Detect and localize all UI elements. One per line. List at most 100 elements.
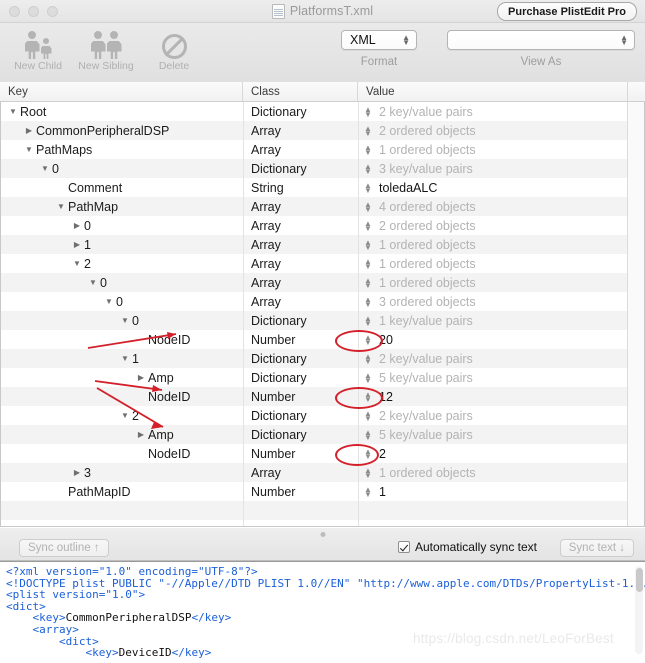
value-stepper-icon[interactable]: ▲ ▼ (361, 371, 375, 384)
row-value-cell[interactable]: ▲ ▼ 4 ordered objects (358, 200, 628, 214)
row-class-label[interactable]: Dictionary (243, 409, 358, 423)
disclosure-triangle-open-icon[interactable]: ▼ (39, 164, 51, 173)
value-stepper-icon[interactable]: ▲ ▼ (361, 352, 375, 365)
row-value-cell[interactable]: ▲ ▼ 5 key/value pairs (358, 371, 628, 385)
table-row[interactable]: ▼ 0 Array ▲ ▼ 3 ordered objects (1, 292, 644, 311)
disclosure-triangle-open-icon[interactable]: ▼ (103, 297, 115, 306)
row-class-label[interactable]: Array (243, 466, 358, 480)
purchase-plistedit-pro-button[interactable]: Purchase PlistEdit Pro (497, 2, 637, 21)
row-key-cell[interactable]: ▶ 3 (1, 466, 243, 480)
row-class-label[interactable]: Dictionary (243, 428, 358, 442)
value-stepper-icon[interactable]: ▲ ▼ (361, 124, 375, 137)
table-row[interactable]: Comment String ▲ ▼ toledaALC (1, 178, 644, 197)
value-stepper-icon[interactable]: ▲ ▼ (361, 105, 375, 118)
row-class-label[interactable]: Array (243, 200, 358, 214)
row-key-cell[interactable]: ▶ 0 (1, 219, 243, 233)
row-key-cell[interactable]: ▼ PathMaps (1, 143, 243, 157)
xml-scrollbar-thumb[interactable] (635, 568, 643, 592)
outline-rows[interactable]: ▼ Root Dictionary ▲ ▼ 2 key/value pairs ▶ Commo… (0, 102, 645, 527)
column-header-class[interactable]: Class (243, 82, 358, 101)
value-stepper-icon[interactable]: ▲ ▼ (361, 276, 375, 289)
row-class-label[interactable]: Dictionary (243, 162, 358, 176)
column-header-value[interactable]: Value (358, 82, 628, 101)
value-stepper-icon[interactable]: ▲ ▼ (361, 200, 375, 213)
disclosure-triangle-closed-icon[interactable]: ▶ (23, 126, 35, 135)
row-key-cell[interactable]: ▼ 0 (1, 295, 243, 309)
value-stepper-icon[interactable]: ▲ ▼ (361, 295, 375, 308)
row-class-label[interactable]: Array (243, 143, 358, 157)
table-row[interactable]: ▼ 2 Dictionary ▲ ▼ 2 key/value pairs (1, 406, 644, 425)
row-key-cell[interactable]: ▼ 1 (1, 352, 243, 366)
row-class-label[interactable]: Array (243, 219, 358, 233)
row-class-label[interactable]: Array (243, 276, 358, 290)
row-key-cell[interactable]: NodeID (1, 390, 243, 404)
row-key-cell[interactable]: ▼ 0 (1, 276, 243, 290)
row-class-label[interactable]: Array (243, 295, 358, 309)
auto-sync-checkbox-group[interactable]: Automatically sync text (397, 540, 537, 554)
disclosure-triangle-open-icon[interactable]: ▼ (55, 202, 67, 211)
table-row[interactable]: ▼ PathMap Array ▲ ▼ 4 ordered objects (1, 197, 644, 216)
row-value-cell[interactable]: ▲ ▼ 12 (358, 390, 628, 404)
value-stepper-icon[interactable]: ▲ ▼ (361, 238, 375, 251)
value-stepper-icon[interactable]: ▲ ▼ (361, 466, 375, 479)
row-key-cell[interactable]: ▼ PathMap (1, 200, 243, 214)
value-stepper-icon[interactable]: ▲ ▼ (361, 485, 375, 498)
row-key-cell[interactable]: ▼ 2 (1, 409, 243, 423)
value-stepper-icon[interactable]: ▲ ▼ (361, 181, 375, 194)
row-key-cell[interactable]: ▼ 2 (1, 257, 243, 271)
disclosure-triangle-closed-icon[interactable]: ▶ (71, 468, 83, 477)
table-row[interactable]: ▼ PathMaps Array ▲ ▼ 1 ordered objects (1, 140, 644, 159)
row-value-cell[interactable]: ▲ ▼ 5 key/value pairs (358, 428, 628, 442)
disclosure-triangle-open-icon[interactable]: ▼ (119, 316, 131, 325)
row-value-cell[interactable]: ▲ ▼ 2 key/value pairs (358, 352, 628, 366)
table-row[interactable]: ▼ 0 Dictionary ▲ ▼ 1 key/value pairs (1, 311, 644, 330)
row-value-cell[interactable]: ▲ ▼ 1 key/value pairs (358, 314, 628, 328)
value-stepper-icon[interactable]: ▲ ▼ (361, 219, 375, 232)
row-value-cell[interactable]: ▲ ▼ 1 ordered objects (358, 466, 628, 480)
row-value-cell[interactable]: ▲ ▼ 1 ordered objects (358, 257, 628, 271)
table-row[interactable]: NodeID Number ▲ ▼ 12 (1, 387, 644, 406)
row-value-cell[interactable]: ▲ ▼ toledaALC (358, 181, 628, 195)
row-value-cell[interactable]: ▲ ▼ 3 ordered objects (358, 295, 628, 309)
row-class-label[interactable]: Array (243, 124, 358, 138)
row-class-label[interactable]: Dictionary (243, 371, 358, 385)
row-key-cell[interactable]: ▶ CommonPeripheralDSP (1, 124, 243, 138)
value-stepper-icon[interactable]: ▲ ▼ (361, 162, 375, 175)
table-row[interactable]: ▼ 1 Dictionary ▲ ▼ 2 key/value pairs (1, 349, 644, 368)
value-stepper-icon[interactable]: ▲ ▼ (361, 143, 375, 156)
splitter-grip[interactable] (320, 532, 325, 537)
table-row[interactable]: ▶ Amp Dictionary ▲ ▼ 5 key/value pairs (1, 368, 644, 387)
row-class-label[interactable]: Number (243, 447, 358, 461)
row-key-cell[interactable]: ▼ 0 (1, 162, 243, 176)
table-row[interactable]: ▶ CommonPeripheralDSP Array ▲ ▼ 2 ordered obj… (1, 121, 644, 140)
row-value-cell[interactable]: ▲ ▼ 2 key/value pairs (358, 105, 628, 119)
table-row[interactable]: ▼ 2 Array ▲ ▼ 1 ordered objects (1, 254, 644, 273)
disclosure-triangle-closed-icon[interactable]: ▶ (135, 430, 147, 439)
row-value-cell[interactable]: ▲ ▼ 1 ordered objects (358, 143, 628, 157)
table-row[interactable]: ▼ 0 Array ▲ ▼ 1 ordered objects (1, 273, 644, 292)
view-as-popup-button[interactable]: ▲ ▼ (447, 30, 635, 50)
disclosure-triangle-closed-icon[interactable]: ▶ (135, 373, 147, 382)
row-value-cell[interactable]: ▲ ▼ 1 (358, 485, 628, 499)
row-class-label[interactable]: Dictionary (243, 352, 358, 366)
value-stepper-icon[interactable]: ▲ ▼ (361, 428, 375, 441)
value-stepper-icon[interactable]: ▲ ▼ (361, 390, 375, 403)
table-row[interactable]: ▶ 0 Array ▲ ▼ 2 ordered objects (1, 216, 644, 235)
row-value-cell[interactable]: ▲ ▼ 2 key/value pairs (358, 409, 628, 423)
row-key-cell[interactable]: ▶ 1 (1, 238, 243, 252)
row-class-label[interactable]: Number (243, 485, 358, 499)
new-sibling-button[interactable]: New Sibling (72, 25, 140, 72)
row-key-cell[interactable]: ▼ 0 (1, 314, 243, 328)
row-class-label[interactable]: Number (243, 333, 358, 347)
value-stepper-icon[interactable]: ▲ ▼ (361, 447, 375, 460)
value-stepper-icon[interactable]: ▲ ▼ (361, 257, 375, 270)
value-stepper-icon[interactable]: ▲ ▼ (361, 314, 375, 327)
row-class-label[interactable]: Number (243, 390, 358, 404)
xml-text-pane[interactable]: <?xml version="1.0" encoding="UTF-8"?> <!… (0, 561, 645, 658)
row-value-cell[interactable]: ▲ ▼ 2 ordered objects (358, 219, 628, 233)
disclosure-triangle-closed-icon[interactable]: ▶ (71, 221, 83, 230)
disclosure-triangle-open-icon[interactable]: ▼ (119, 411, 131, 420)
row-key-cell[interactable]: PathMapID (1, 485, 243, 499)
row-class-label[interactable]: String (243, 181, 358, 195)
sync-text-button[interactable]: Sync text ↓ (559, 539, 634, 557)
